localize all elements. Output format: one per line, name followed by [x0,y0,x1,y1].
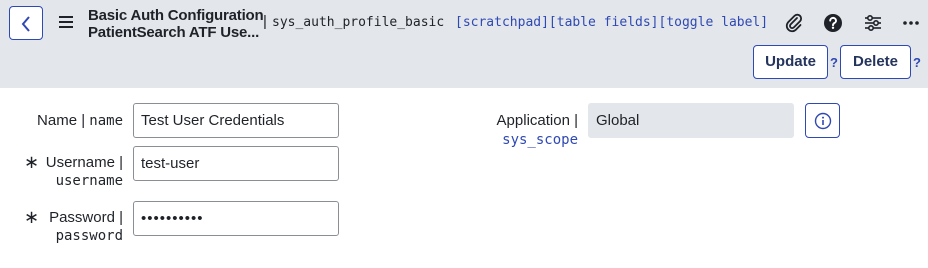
back-icon [21,16,30,32]
help-button[interactable] [822,12,844,34]
page-title: Basic Auth Configuration PatientSearch A… [88,7,264,41]
personalize-button[interactable] [862,12,884,34]
settings-sliders-icon [865,14,881,32]
name-label: Name | name [20,112,123,130]
title-separator: | [263,13,267,30]
table-name: sys_auth_profile_basic [272,15,445,30]
password-label: Password | password [40,209,123,245]
attachment-button[interactable] [783,12,805,34]
application-label: Application | [496,112,578,129]
title-line-1: Basic Auth Configuration [88,7,264,24]
delete-help-link[interactable]: ? [913,55,921,70]
update-help-link[interactable]: ? [830,55,838,70]
delete-button[interactable]: Delete [840,45,911,79]
username-label: Username | username [40,154,123,190]
username-field-name: username [55,173,123,189]
application-info-button[interactable] [805,103,840,138]
table-fields-link[interactable]: [table fields] [549,15,659,30]
debug-links: [scratchpad][table fields][toggle label] [455,15,768,30]
update-button[interactable]: Update [753,45,828,79]
application-field-name[interactable]: sys_scope [470,132,578,148]
password-required-mark: ∗ [24,207,40,227]
scratchpad-link[interactable]: [scratchpad] [455,15,549,30]
form-header: Basic Auth Configuration PatientSearch A… [0,0,928,88]
password-label-text: Password | [49,209,123,226]
username-required-mark: ∗ [24,152,40,172]
info-icon [814,112,832,130]
menu-icon[interactable] [59,16,73,28]
title-line-2: PatientSearch ATF Use... [88,24,260,41]
paperclip-icon [785,13,803,33]
more-options-button[interactable] [900,12,922,34]
password-input[interactable]: •••••••••• [133,201,339,236]
username-label-text: Username | [45,154,123,171]
name-label-text: Name | [37,112,86,129]
help-icon [824,14,842,32]
username-input[interactable]: test-user [133,146,339,181]
name-field-name: name [89,113,123,129]
toggle-label-link[interactable]: [toggle label] [659,15,769,30]
password-field-name: password [55,228,123,244]
application-field: Global [588,103,794,138]
more-icon [903,21,919,25]
back-button[interactable] [9,6,43,40]
name-input[interactable]: Test User Credentials [133,103,339,138]
